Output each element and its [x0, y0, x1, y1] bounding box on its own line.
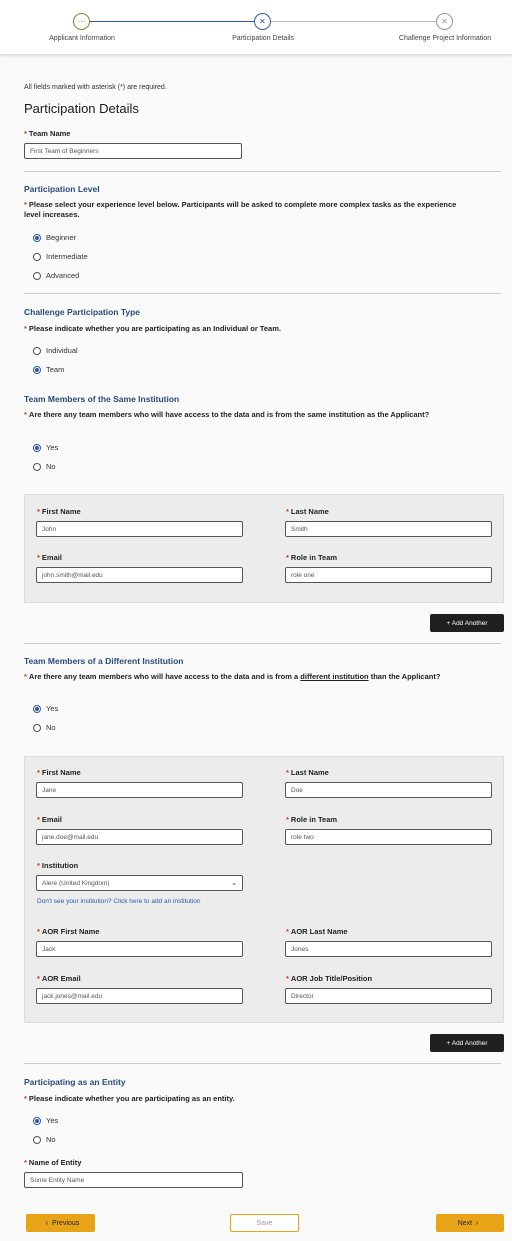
radio-same-yes[interactable]: Yes: [33, 443, 58, 452]
chevron-left-icon: ‹: [45, 1219, 49, 1227]
next-button[interactable]: Next ›: [436, 1214, 504, 1232]
radio-button[interactable]: [33, 365, 41, 374]
last-name-input[interactable]: Doe: [285, 782, 492, 798]
step-1-ellipsis-icon[interactable]: ···: [73, 13, 90, 30]
aor-email-label: * AOR Email: [37, 974, 81, 983]
aor-email-input[interactable]: jack.jones@mail.edu: [36, 988, 243, 1004]
last-name-input[interactable]: Smith: [285, 521, 492, 537]
different-institution-emphasis: different institution: [300, 672, 369, 681]
progress-stepper: ··· Applicant Information ✕ Participatio…: [0, 0, 512, 54]
role-input[interactable]: role two: [285, 829, 492, 845]
participation-type-question: * Please indicate whether you are partici…: [24, 324, 281, 333]
radio-diff-yes[interactable]: Yes: [33, 704, 58, 713]
entity-question: * Please indicate whether you are partici…: [24, 1094, 235, 1103]
participation-level-question: * Please select your experience level bel…: [24, 200, 457, 219]
email-input[interactable]: jane.doe@mail.edu: [36, 829, 243, 845]
team-name-input[interactable]: First Team of Beginners: [24, 143, 242, 159]
radio-same-no[interactable]: No: [33, 462, 56, 471]
entity-title: Participating as an Entity: [24, 1077, 126, 1087]
role-label: * Role in Team: [286, 815, 338, 824]
previous-button[interactable]: ‹ Previous: [26, 1214, 95, 1232]
aor-first-name-label: * AOR First Name: [37, 927, 100, 936]
last-name-label: * Last Name: [286, 507, 329, 516]
radio-individual[interactable]: Individual: [33, 346, 78, 355]
chevron-right-icon: ›: [476, 1219, 479, 1227]
same-institution-member-panel: [24, 494, 504, 603]
step-3-label[interactable]: Challenge Project Information: [399, 35, 491, 42]
first-name-input[interactable]: Jane: [36, 782, 243, 798]
aor-title-input[interactable]: Director: [285, 988, 492, 1004]
step-1-label[interactable]: Applicant Information: [49, 35, 115, 42]
first-name-label: * First Name: [37, 768, 81, 777]
save-button[interactable]: Save: [230, 1214, 299, 1232]
step-2-label[interactable]: Participation Details: [232, 35, 294, 42]
step-connector-2: [271, 21, 436, 22]
radio-team[interactable]: Team: [33, 365, 64, 374]
add-institution-link[interactable]: Don't see your institution? Click here t…: [37, 898, 200, 905]
required-note: All fields marked with asterisk (*) are …: [24, 84, 167, 91]
participation-type-title: Challenge Participation Type: [24, 307, 141, 317]
first-name-input[interactable]: John: [36, 521, 243, 537]
institution-selected-value: Alere (United Kingdom): [42, 879, 110, 887]
step-3-close-icon[interactable]: ✕: [436, 13, 453, 30]
radio-advanced[interactable]: Advanced: [33, 271, 79, 280]
radio-button[interactable]: [33, 704, 41, 713]
radio-button[interactable]: [33, 462, 41, 471]
email-input[interactable]: john.smith@mail.edu: [36, 567, 243, 583]
diff-institution-title: Team Members of a Different Institution: [24, 656, 184, 666]
aor-first-name-input[interactable]: Jack: [36, 941, 243, 957]
same-institution-title: Team Members of the Same Institution: [24, 394, 180, 404]
divider: [24, 1063, 501, 1064]
step-connector-1: [90, 21, 254, 22]
same-institution-question: * Are there any team members who will hav…: [24, 410, 430, 419]
email-label: * Email: [37, 553, 62, 562]
radio-intermediate[interactable]: Intermediate: [33, 252, 88, 261]
step-2-close-icon[interactable]: ✕: [254, 13, 271, 30]
aor-last-name-label: * AOR Last Name: [286, 927, 348, 936]
add-another-button[interactable]: + Add Another: [430, 1034, 504, 1052]
radio-diff-no[interactable]: No: [33, 723, 56, 732]
radio-entity-yes[interactable]: Yes: [33, 1116, 58, 1125]
entity-name-input[interactable]: Some Entity Name: [24, 1172, 243, 1188]
role-label: * Role in Team: [286, 553, 338, 562]
radio-button[interactable]: [33, 1135, 41, 1144]
divider: [24, 643, 501, 644]
radio-button[interactable]: [33, 233, 41, 242]
radio-button[interactable]: [33, 723, 41, 732]
participation-level-title: Participation Level: [24, 184, 100, 194]
radio-entity-no[interactable]: No: [33, 1135, 56, 1144]
add-another-button[interactable]: + Add Another: [430, 614, 504, 632]
aor-last-name-input[interactable]: Jones: [285, 941, 492, 957]
institution-select[interactable]: Alere (United Kingdom) ⌄: [36, 875, 243, 891]
team-name-label: * Team Name: [24, 129, 71, 138]
page-title: Participation Details: [24, 101, 139, 116]
institution-label: * Institution: [37, 861, 79, 870]
aor-title-label: * AOR Job Title/Position: [286, 974, 373, 983]
radio-button[interactable]: [33, 252, 41, 261]
role-input[interactable]: role one: [285, 567, 492, 583]
diff-institution-question: * Are there any team members who will hav…: [24, 672, 441, 681]
chevron-down-icon: ⌄: [231, 880, 237, 887]
last-name-label: * Last Name: [286, 768, 329, 777]
radio-button[interactable]: [33, 1116, 41, 1125]
email-label: * Email: [37, 815, 62, 824]
first-name-label: * First Name: [37, 507, 81, 516]
divider: [24, 293, 501, 294]
entity-name-label: * Name of Entity: [24, 1158, 82, 1167]
radio-button[interactable]: [33, 346, 41, 355]
radio-button[interactable]: [33, 443, 41, 452]
radio-beginner[interactable]: Beginner: [33, 233, 76, 242]
radio-button[interactable]: [33, 271, 41, 280]
divider: [24, 171, 501, 172]
